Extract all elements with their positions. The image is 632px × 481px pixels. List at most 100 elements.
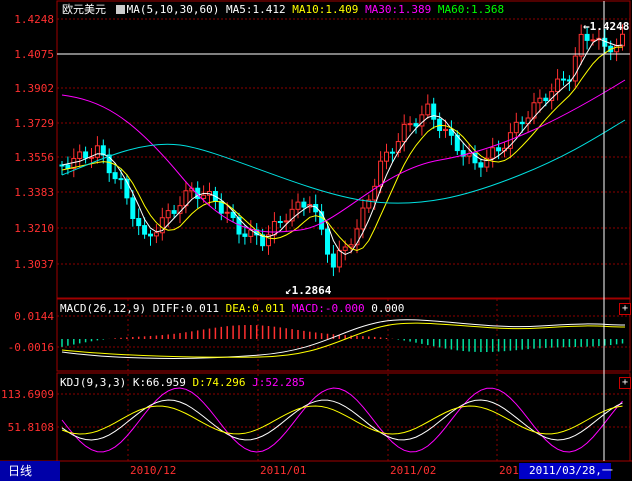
high-price-marker: ←1.4248 [583, 20, 629, 33]
candle-body [384, 151, 389, 162]
candle-body [112, 172, 118, 180]
price-tick-label: 1.3210 [14, 222, 54, 235]
ma30-value: MA30:1.389 [365, 3, 432, 16]
candle-body [142, 225, 148, 235]
candle-body [425, 103, 431, 116]
macd-expand-button[interactable]: + [619, 303, 631, 315]
candle-body [490, 147, 496, 159]
ma-label: MA(5,10,30,60) [126, 3, 220, 16]
kdj-k: K:66.959 [132, 376, 186, 389]
candle-body [572, 55, 578, 82]
macd-tick-label: -0.0016 [8, 341, 54, 354]
macd-label: MACD(26,12,9) [60, 302, 147, 315]
candle-body [277, 221, 283, 224]
kdj-d: D:74.296 [192, 376, 246, 389]
candle-body [148, 233, 153, 237]
kdj-label: KDJ(9,3,3) [60, 376, 127, 389]
candle-body [153, 232, 159, 237]
ma60-value: MA60:1.368 [437, 3, 505, 16]
candle-body [437, 118, 443, 131]
kdj-tick-label: 51.8108 [8, 421, 54, 434]
candle-body [224, 211, 230, 214]
price-tick-label: 1.3037 [14, 258, 54, 271]
candle-body [620, 33, 625, 47]
kdj-j: J:52.285 [252, 376, 306, 389]
candle-body [77, 151, 83, 159]
kdj-header: KDJ(9,3,3) K:66.959 D:74.296 J:52.285 [60, 376, 305, 389]
candle-body [407, 123, 413, 126]
cursor-date-box: 2011/03/28,一 [519, 463, 613, 479]
macd-diff: DIFF:0.011 [152, 302, 219, 315]
price-tick-label: 1.3902 [14, 82, 54, 95]
candle-body [378, 160, 384, 187]
candle-body [330, 253, 336, 268]
macd-header: MACD(26,12,9) DIFF:0.011 DEA:0.011 MACD:… [60, 302, 404, 315]
candle-body [171, 210, 177, 214]
ma10-value: MA10:1.409 [292, 3, 359, 16]
candle-body [118, 178, 124, 181]
candle-body [431, 103, 437, 120]
candle-body [165, 210, 171, 219]
low-price-marker: ↙1.2864 [285, 284, 332, 297]
candle-body [65, 164, 71, 169]
kline-header: 欧元美元 MA(5,10,30,60) MA5:1.412 MA10:1.409… [62, 3, 504, 16]
candle-body [89, 156, 94, 159]
chart-window: 1.4248 1.4075 1.3902 1.3729 1.3556 1.3383 1.32… [0, 0, 632, 481]
price-tick-label: 1.3556 [14, 151, 54, 164]
ma-settings-icon[interactable] [115, 5, 125, 14]
ma60-line [61, 119, 626, 204]
candle-body [94, 145, 100, 158]
candle-body [513, 121, 519, 134]
price-tick-label: 1.3729 [14, 117, 54, 130]
time-tick-label: 201 [499, 464, 519, 477]
kdj-d-line [61, 405, 623, 435]
time-tick-label: 2011/01 [260, 464, 306, 477]
candle-body [443, 128, 448, 131]
candle-body [496, 147, 502, 152]
candle-body [242, 233, 248, 237]
period-tab-daily[interactable]: 日线 [0, 461, 60, 481]
candle-body [130, 197, 136, 219]
macd-dea: DEA:0.011 [225, 302, 286, 315]
candle-body [283, 220, 289, 223]
macd-tick-label: 0.0144 [14, 310, 54, 323]
candle-body [325, 228, 330, 255]
time-tick-label: 2011/02 [390, 464, 436, 477]
candle-body [271, 221, 277, 236]
candle-body [537, 97, 543, 104]
kdj-tick-label: 113.6909 [1, 388, 54, 401]
chart-canvas[interactable]: 1.4248 1.4075 1.3902 1.3729 1.3556 1.3383 1.32… [0, 0, 632, 481]
ma5-value: MA5:1.412 [225, 3, 286, 16]
candle-body [584, 33, 590, 41]
candle-body [555, 78, 561, 93]
candle-body [519, 121, 525, 125]
candle-body [342, 246, 348, 251]
candle-body [578, 33, 584, 57]
candle-body [295, 201, 301, 210]
price-tick-label: 1.4075 [14, 48, 54, 61]
candle-body [389, 151, 395, 154]
macd-extra: 0.000 [371, 302, 405, 315]
candle-body [478, 162, 484, 168]
candle-body [413, 123, 419, 127]
price-tick-label: 1.4248 [14, 13, 54, 26]
candle-body [83, 151, 89, 159]
instrument-title: 欧元美元 [62, 3, 106, 16]
candle-body [336, 249, 342, 268]
candle-body [561, 78, 566, 81]
kdj-expand-button[interactable]: + [619, 377, 631, 389]
kdj-k-line [61, 399, 623, 441]
candle-body [319, 211, 325, 230]
candle-body [590, 39, 596, 42]
candle-body [543, 97, 549, 102]
candle-body [395, 141, 401, 153]
kdj-j-line [61, 387, 623, 453]
candle-body [401, 123, 407, 143]
candle-body [201, 194, 207, 199]
candle-body [360, 207, 366, 230]
macd-value: MACD:-0.000 [291, 302, 365, 315]
candle-body [136, 217, 142, 227]
price-tick-label: 1.3383 [14, 186, 54, 199]
candle-body [301, 201, 307, 208]
ma10-line [61, 46, 623, 252]
